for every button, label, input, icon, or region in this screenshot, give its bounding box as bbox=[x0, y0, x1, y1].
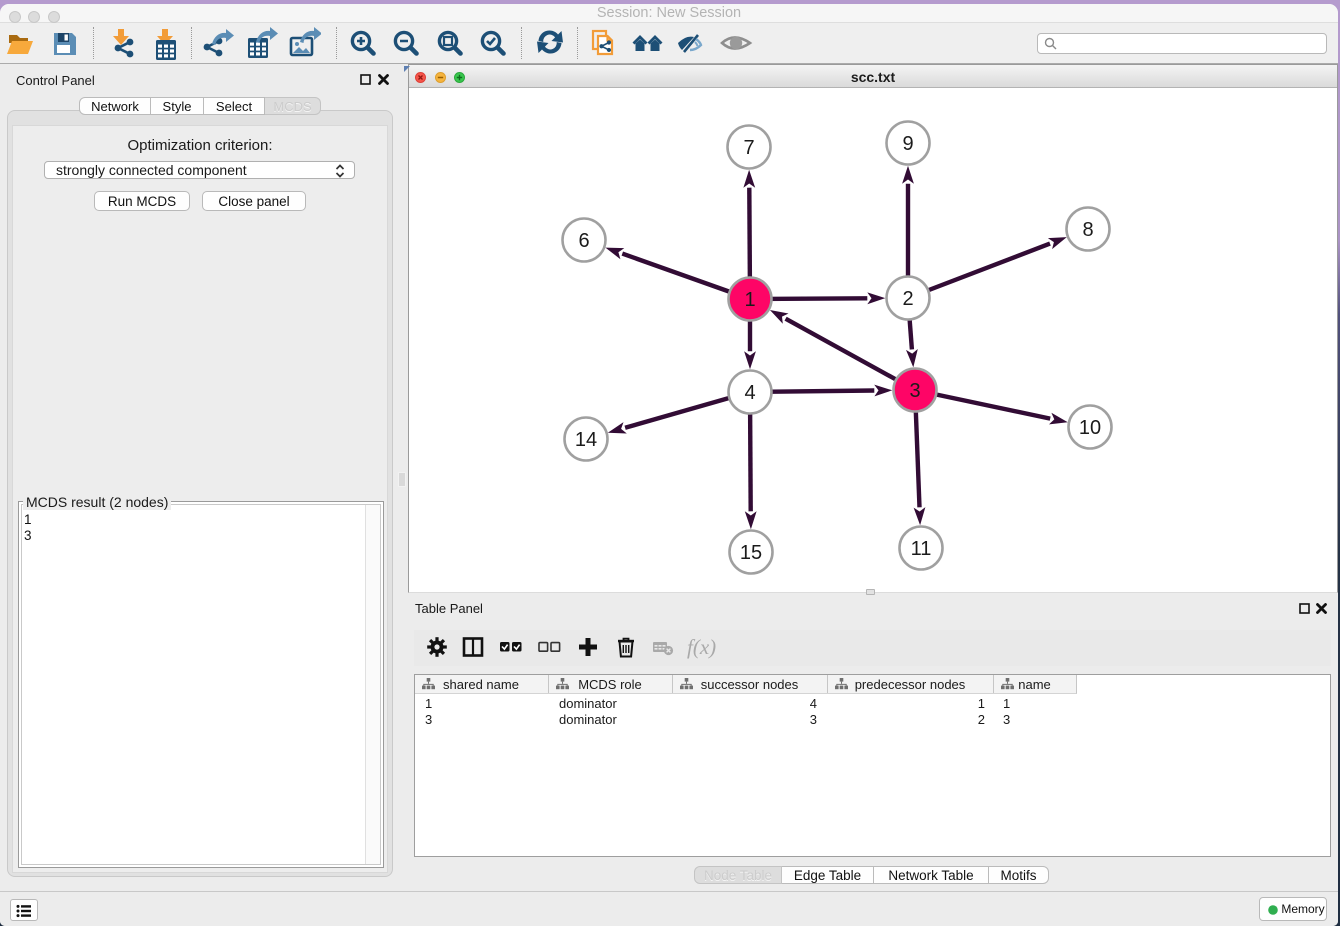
svg-text:15: 15 bbox=[740, 542, 762, 564]
svg-text:10: 10 bbox=[1079, 417, 1101, 439]
svg-text:2: 2 bbox=[902, 288, 913, 310]
svg-text:11: 11 bbox=[911, 538, 932, 560]
svg-text:3: 3 bbox=[909, 380, 920, 402]
svg-text:1: 1 bbox=[744, 289, 755, 311]
svg-text:7: 7 bbox=[743, 137, 754, 159]
svg-text:8: 8 bbox=[1082, 219, 1093, 241]
svg-text:6: 6 bbox=[578, 230, 589, 252]
svg-text:14: 14 bbox=[575, 429, 597, 451]
svg-text:4: 4 bbox=[744, 382, 755, 404]
svg-text:9: 9 bbox=[902, 133, 913, 155]
